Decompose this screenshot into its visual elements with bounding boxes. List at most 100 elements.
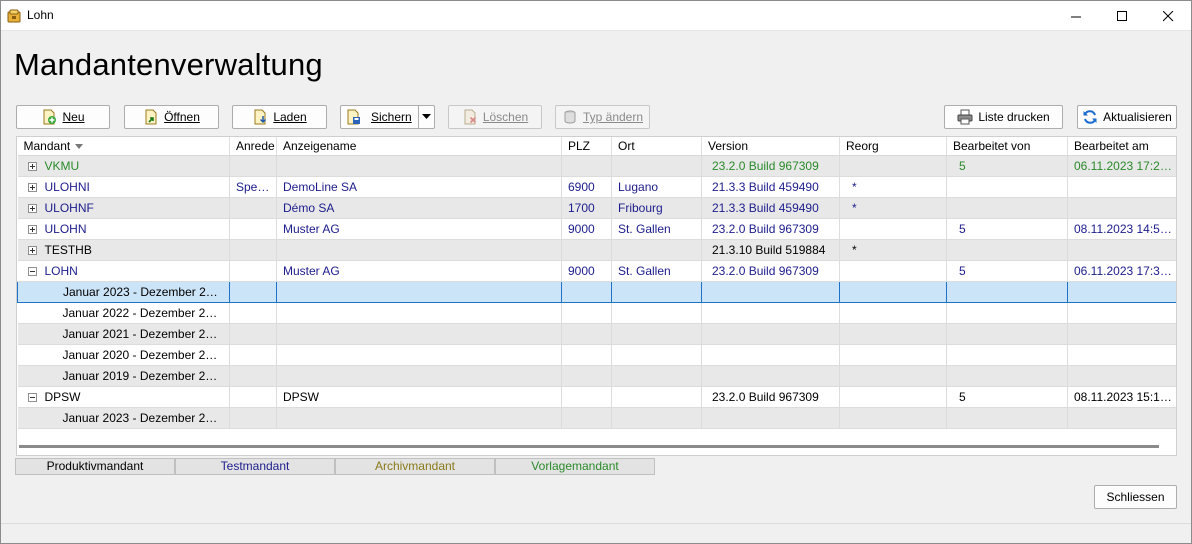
expand-plus-icon[interactable]	[27, 224, 37, 234]
mandant-row[interactable]: ULOHNF Démo SA 1700 Fribourg 21.3.3 Build 45…	[17, 197, 1176, 219]
chevron-down-icon	[422, 114, 431, 119]
header-row: Mandant Anrede Anzeigename PLZ Ort Versi…	[17, 137, 1176, 156]
cell-bearbeitet-am	[1067, 323, 1176, 345]
col-header-anrede[interactable]: Anrede	[229, 137, 277, 156]
mandant-name: LOHN	[44, 263, 78, 278]
mandant-name: Januar 2023 - Dezember 2023	[62, 410, 226, 425]
cell-mandant: Januar 2022 - Dezember 2022	[17, 302, 230, 324]
cell-reorg	[839, 155, 947, 177]
mandant-name: ULOHNF	[44, 200, 94, 215]
mandant-name: VKMU	[44, 158, 80, 173]
schliessen-button[interactable]: Schliessen	[1094, 485, 1177, 509]
horizontal-scrollbar[interactable]	[19, 445, 1159, 448]
typ-aendern-button[interactable]: Typ ändern	[555, 105, 650, 129]
neu-button[interactable]: Neu	[16, 105, 110, 129]
collapse-minus-icon[interactable]	[27, 392, 37, 402]
loeschen-button[interactable]: Löschen	[448, 105, 542, 129]
cell-anzeigename	[276, 407, 562, 429]
cell-version	[701, 302, 840, 324]
cell-reorg: *	[839, 176, 947, 198]
period-row[interactable]: Januar 2023 - Dezember 2023	[17, 407, 1176, 429]
cell-plz: 9000	[561, 260, 612, 282]
legend-vorlagemandant: Vorlagemandant	[495, 458, 655, 475]
col-header-mandant[interactable]: Mandant	[17, 137, 230, 156]
cell-anrede	[229, 197, 277, 219]
col-header-anzeigename[interactable]: Anzeigename	[276, 137, 562, 156]
laden-button[interactable]: Laden	[232, 105, 327, 129]
collapse-minus-icon[interactable]	[27, 266, 37, 276]
cell-plz: 1700	[561, 197, 612, 219]
cell-anzeigename: Muster AG	[276, 260, 562, 282]
cell-ort	[611, 365, 702, 387]
cell-reorg	[839, 407, 947, 429]
maximize-button[interactable]	[1099, 1, 1145, 31]
sichern-split-button[interactable]: Sichern	[340, 105, 435, 129]
mandant-row[interactable]: ULOHNI Spet... DemoLine SA 6900 Lugano 21.3.3…	[17, 176, 1176, 198]
cell-bearbeitet-am	[1067, 280, 1176, 303]
cell-mandant: Januar 2019 - Dezember 2019	[17, 365, 230, 387]
sichern-dropdown-arrow[interactable]	[418, 106, 434, 128]
mandanten-grid[interactable]: Mandant Anrede Anzeigename PLZ Ort Versi…	[16, 136, 1177, 456]
col-header-ort[interactable]: Ort	[611, 137, 702, 156]
col-header-bearbeitet-von[interactable]: Bearbeitet von	[946, 137, 1068, 156]
cell-ort	[611, 239, 702, 261]
period-row[interactable]: Januar 2022 - Dezember 2022	[17, 302, 1176, 324]
mandant-row[interactable]: ULOHN Muster AG 9000 St. Gallen 23.2.0 Build…	[17, 218, 1176, 240]
typ-aendern-label: Typ ändern	[582, 110, 644, 124]
cell-plz	[561, 239, 612, 261]
expand-plus-icon[interactable]	[27, 161, 37, 171]
col-header-bearbeitet-am[interactable]: Bearbeitet am	[1067, 137, 1176, 156]
cell-anrede	[229, 260, 277, 282]
cell-bearbeitet-von	[946, 176, 1068, 198]
cell-bearbeitet-von	[946, 239, 1068, 261]
cell-bearbeitet-am	[1067, 176, 1176, 198]
oeffnen-button[interactable]: Öffnen	[124, 105, 219, 129]
cell-mandant: ULOHNF	[17, 197, 230, 219]
cell-anrede	[229, 155, 277, 177]
legend-archivmandant: Archivmandant	[335, 458, 495, 475]
expand-plus-icon[interactable]	[27, 245, 37, 255]
cell-version: 23.2.0 Build 967309	[701, 260, 840, 282]
window-title: Lohn	[27, 8, 54, 22]
minimize-button[interactable]	[1053, 1, 1099, 31]
cell-bearbeitet-von	[946, 344, 1068, 366]
printer-icon	[957, 109, 973, 125]
liste-drucken-button[interactable]: Liste drucken	[944, 105, 1063, 129]
close-icon	[1162, 10, 1173, 21]
mandant-name: Januar 2021 - Dezember 2021	[62, 326, 226, 341]
expand-plus-icon[interactable]	[27, 203, 37, 213]
oeffnen-label: Öffnen	[164, 110, 200, 124]
mandant-row[interactable]: TESTHB 21.3.10 Build 519884 *	[17, 239, 1176, 261]
sichern-label: Sichern	[371, 110, 412, 124]
cell-plz	[561, 407, 612, 429]
cell-bearbeitet-am	[1067, 344, 1176, 366]
period-row[interactable]: Januar 2020 - Dezember 2020	[17, 344, 1176, 366]
liste-drucken-label: Liste drucken	[978, 110, 1050, 124]
period-row[interactable]: Januar 2021 - Dezember 2021	[17, 323, 1176, 345]
mandant-name: TESTHB	[44, 242, 92, 257]
close-window-button[interactable]	[1145, 1, 1191, 31]
loeschen-label: Löschen	[482, 110, 529, 124]
period-row[interactable]: Januar 2019 - Dezember 2019	[17, 365, 1176, 387]
cell-anrede	[229, 344, 277, 366]
cell-ort: Lugano	[611, 176, 702, 198]
expand-plus-icon[interactable]	[27, 182, 37, 192]
aktualisieren-button[interactable]: Aktualisieren	[1077, 105, 1177, 129]
mandant-row[interactable]: DPSW DPSW 23.2.0 Build 967309 5 08.11.2023 1…	[17, 386, 1176, 408]
cell-bearbeitet-am: 06.11.2023 17:30:...	[1067, 260, 1176, 282]
mandant-name: Januar 2020 - Dezember 2020	[62, 347, 226, 362]
database-icon	[564, 110, 576, 124]
period-row[interactable]: Januar 2023 - Dezember 2023	[17, 280, 1176, 303]
cell-bearbeitet-am: 08.11.2023 15:10:...	[1067, 386, 1176, 408]
mandant-row[interactable]: LOHN Muster AG 9000 St. Gallen 23.2.0 Build …	[17, 260, 1176, 282]
col-header-version[interactable]: Version	[701, 137, 840, 156]
cell-ort: St. Gallen	[611, 260, 702, 282]
mandant-row[interactable]: VKMU 23.2.0 Build 967309 5 06.11.2023 17:26…	[17, 155, 1176, 177]
cell-ort	[611, 407, 702, 429]
col-header-plz[interactable]: PLZ	[561, 137, 612, 156]
cell-reorg	[839, 302, 947, 324]
cell-bearbeitet-von	[946, 197, 1068, 219]
delete-icon	[464, 109, 476, 125]
cell-anrede	[229, 365, 277, 387]
col-header-reorg[interactable]: Reorg	[839, 137, 947, 156]
